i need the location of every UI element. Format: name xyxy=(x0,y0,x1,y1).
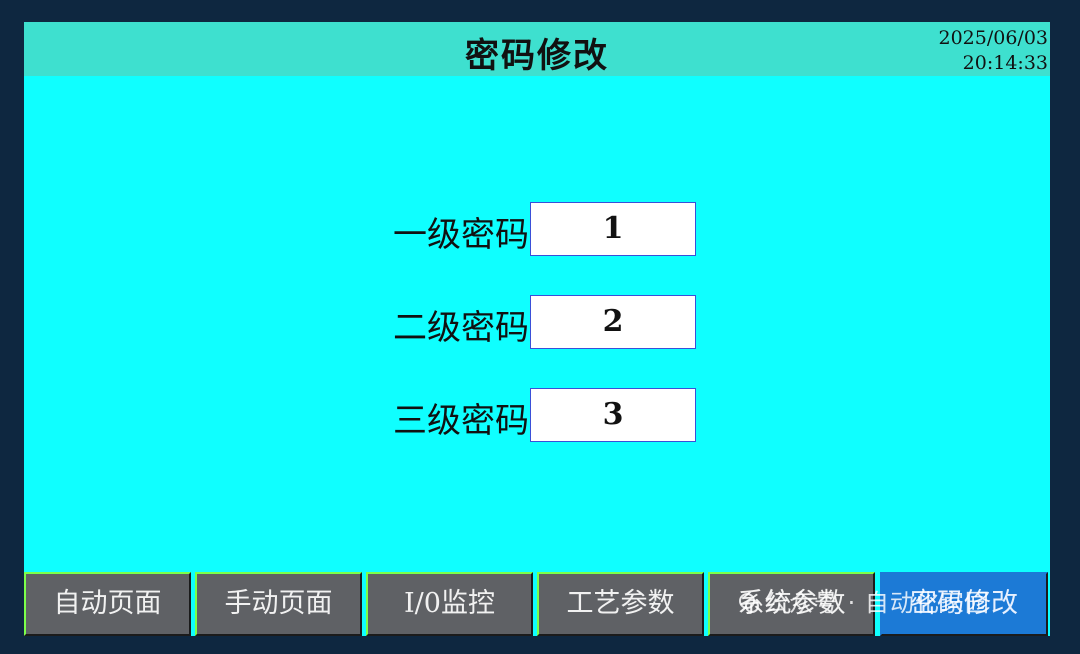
password-input-level-2[interactable]: 2 xyxy=(530,295,696,349)
nav-process-params-button[interactable]: 工艺参数 xyxy=(537,572,704,636)
watermark: 公众号 · 自动化家园 xyxy=(738,583,990,618)
watermark-text: 公众号 · 自动化家园 xyxy=(764,589,990,617)
password-label-level-1: 一级密码 xyxy=(393,215,529,255)
password-input-level-1[interactable]: 1 xyxy=(530,202,696,256)
password-row-level-2: 二级密码 2 xyxy=(364,295,704,349)
password-row-level-1: 一级密码 1 xyxy=(364,202,704,256)
page-title: 密码修改 xyxy=(465,36,609,76)
datetime-display: 2025/06/03 20:14:33 xyxy=(938,26,1048,76)
date-text: 2025/06/03 xyxy=(938,27,1048,49)
password-label-level-2: 二级密码 xyxy=(393,308,529,348)
nav-io-monitor-button[interactable]: I/0监控 xyxy=(366,572,533,636)
password-row-level-3: 三级密码 3 xyxy=(364,388,704,442)
hmi-screen: 密码修改 2025/06/03 20:14:33 一级密码 1 二级密码 2 三… xyxy=(24,22,1050,636)
title-bar: 密码修改 2025/06/03 20:14:33 xyxy=(24,22,1050,76)
nav-manual-page-button[interactable]: 手动页面 xyxy=(195,572,362,636)
password-label-level-3: 三级密码 xyxy=(393,401,529,441)
password-input-level-3[interactable]: 3 xyxy=(530,388,696,442)
nav-auto-page-button[interactable]: 自动页面 xyxy=(24,572,191,636)
wechat-icon xyxy=(739,593,759,613)
time-text: 20:14:33 xyxy=(962,52,1048,74)
